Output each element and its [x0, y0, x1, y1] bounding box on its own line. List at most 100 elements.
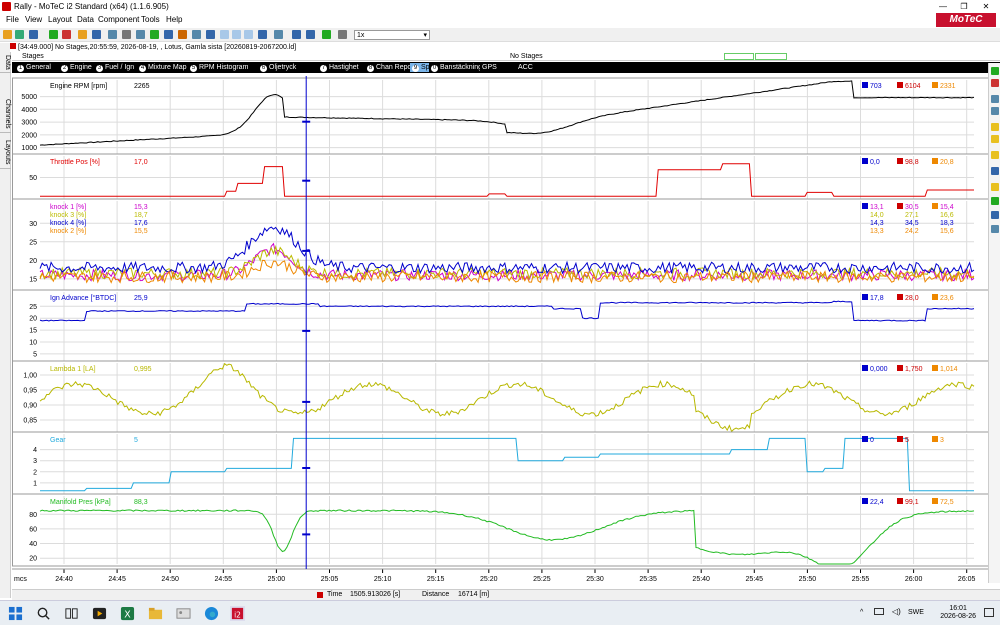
tab-fuel-ign[interactable]: 3 Fuel / Ign	[94, 63, 137, 72]
stat-avg-icon	[932, 498, 938, 504]
lock-icon[interactable]	[991, 151, 999, 159]
select-icon[interactable]	[220, 30, 229, 39]
sidebar-tab-data[interactable]: Data	[0, 53, 11, 73]
notifications-icon[interactable]	[984, 608, 994, 617]
excel-icon[interactable]: X	[120, 606, 135, 621]
graph-panel[interactable]	[12, 493, 990, 567]
tray-up-icon[interactable]: ^	[860, 609, 863, 616]
tab-banst-ckning[interactable]: 0 Banstäckning	[429, 63, 485, 72]
cursor-mode-icon[interactable]	[991, 123, 999, 131]
overlay-icon[interactable]	[258, 30, 267, 39]
properties-icon[interactable]	[991, 167, 999, 175]
close-button[interactable]: ✕	[976, 0, 996, 13]
time-axis-label: 25:40	[692, 576, 710, 583]
tab-number-badge: 1	[17, 65, 24, 72]
menu-help[interactable]: Help	[166, 15, 182, 24]
file-info-bar: [34:49.000] No Stages,20:55:59, 2026-08-…	[10, 43, 1000, 52]
tab-oljetryck[interactable]: 6 Oljetryck	[258, 63, 299, 72]
tab-rpm-histogram[interactable]: 5 RPM Histogram	[188, 63, 251, 72]
stage-selector-1[interactable]	[724, 53, 754, 60]
cursor-icon[interactable]	[206, 30, 215, 39]
time-axis-label: 24:45	[108, 576, 126, 583]
menu-file[interactable]: File	[6, 15, 19, 24]
play-icon[interactable]	[322, 30, 331, 39]
file-info-icon	[10, 43, 16, 49]
menu-tools[interactable]: Tools	[141, 15, 160, 24]
channel-value: 15,3	[134, 204, 148, 211]
search-icon[interactable]	[36, 606, 51, 621]
graph-panel[interactable]	[12, 77, 990, 157]
folder-icon[interactable]	[78, 30, 87, 39]
overlay-toggle-icon[interactable]	[991, 211, 999, 219]
language-indicator[interactable]: SWE	[908, 609, 924, 616]
zoom-out-icon[interactable]	[991, 107, 999, 115]
y-tick-label: 25	[29, 239, 37, 246]
remove-graph-icon[interactable]	[991, 79, 999, 87]
pictures-icon[interactable]	[176, 606, 191, 621]
tab-number-badge: 6	[260, 65, 267, 72]
system-clock[interactable]: 16:01 2026-08-26	[940, 605, 976, 621]
math-icon[interactable]	[991, 197, 999, 205]
media-player-icon[interactable]	[92, 606, 107, 621]
stat-min-icon	[862, 82, 868, 88]
minimize-button[interactable]: —	[933, 0, 953, 13]
motec-i2-taskbar-icon[interactable]: i2	[230, 606, 245, 621]
menu-component[interactable]: Component	[98, 15, 139, 24]
new-icon[interactable]	[15, 30, 24, 39]
step-fwd-icon[interactable]	[306, 30, 315, 39]
volume-icon[interactable]: ◁)	[892, 607, 901, 616]
scale-icon[interactable]	[991, 225, 999, 233]
stat-max-value: 5	[905, 437, 909, 444]
file-explorer-icon[interactable]	[148, 606, 163, 621]
sidebar-tab-layouts[interactable]: Layouts	[0, 137, 11, 169]
stat-min-icon	[862, 294, 868, 300]
tab-mixture-map[interactable]: 4 Mixture Map	[137, 63, 189, 72]
stat-min-value: 13,3	[870, 228, 884, 235]
tab-engine[interactable]: 2 Engine	[59, 63, 94, 72]
sheet-icon[interactable]	[92, 30, 101, 39]
measure-icon[interactable]	[178, 30, 187, 39]
channel-value: 25,9	[134, 295, 148, 302]
menu-layout[interactable]: Layout	[48, 15, 72, 24]
table-icon[interactable]	[136, 30, 145, 39]
delete-icon[interactable]	[62, 30, 71, 39]
tab-hastighet[interactable]: 7 Hastighet	[318, 63, 361, 72]
tab-gps[interactable]: GPS	[480, 63, 499, 72]
zoom-in-icon[interactable]	[991, 95, 999, 103]
menu-view[interactable]: View	[25, 15, 42, 24]
export-icon[interactable]	[49, 30, 58, 39]
bar-icon[interactable]	[164, 30, 173, 39]
highlight-icon[interactable]	[991, 183, 999, 191]
step-back-icon[interactable]	[292, 30, 301, 39]
zoom-icon[interactable]	[232, 30, 241, 39]
pan-icon[interactable]	[244, 30, 253, 39]
chart-area[interactable]: 5000 4000 3000 2000 1000 Engine RPM [rpm] 2265…	[12, 76, 990, 588]
network-icon[interactable]	[874, 608, 884, 615]
open-icon[interactable]	[3, 30, 12, 39]
settings-icon[interactable]	[122, 30, 131, 39]
left-sidebar: Data Channels Layouts	[0, 43, 11, 598]
playback-speed-select[interactable]: 1x ▾	[354, 30, 430, 40]
graph-icon[interactable]	[150, 30, 159, 39]
grid-icon[interactable]	[192, 30, 201, 39]
marker-icon[interactable]	[991, 135, 999, 143]
stage-selector-2[interactable]	[755, 53, 787, 60]
save-icon[interactable]	[29, 30, 38, 39]
print-icon[interactable]	[108, 30, 117, 39]
tab-general[interactable]: 1 General	[15, 63, 53, 72]
stat-max-icon	[897, 436, 903, 442]
edge-browser-icon[interactable]	[204, 606, 219, 621]
windows-start-icon[interactable]	[8, 606, 23, 621]
menu-data[interactable]: Data	[77, 15, 94, 24]
add-graph-icon[interactable]	[991, 67, 999, 75]
task-view-icon[interactable]	[64, 606, 79, 621]
maximize-button[interactable]: ❐	[954, 0, 974, 13]
sidebar-tab-channels[interactable]: Channels	[0, 95, 11, 133]
lap-icon[interactable]	[274, 30, 283, 39]
window-title: Rally - MoTeC i2 Standard (x64) (1.1.6.9…	[14, 2, 169, 11]
right-toolbar	[988, 63, 1000, 583]
chevron-down-icon: ▾	[423, 32, 427, 39]
stop-icon[interactable]	[338, 30, 347, 39]
time-series-graphs[interactable]: 5000 4000 3000 2000 1000 Engine RPM [rpm] 2265…	[12, 76, 990, 588]
tab-acc[interactable]: ACC	[516, 63, 535, 72]
